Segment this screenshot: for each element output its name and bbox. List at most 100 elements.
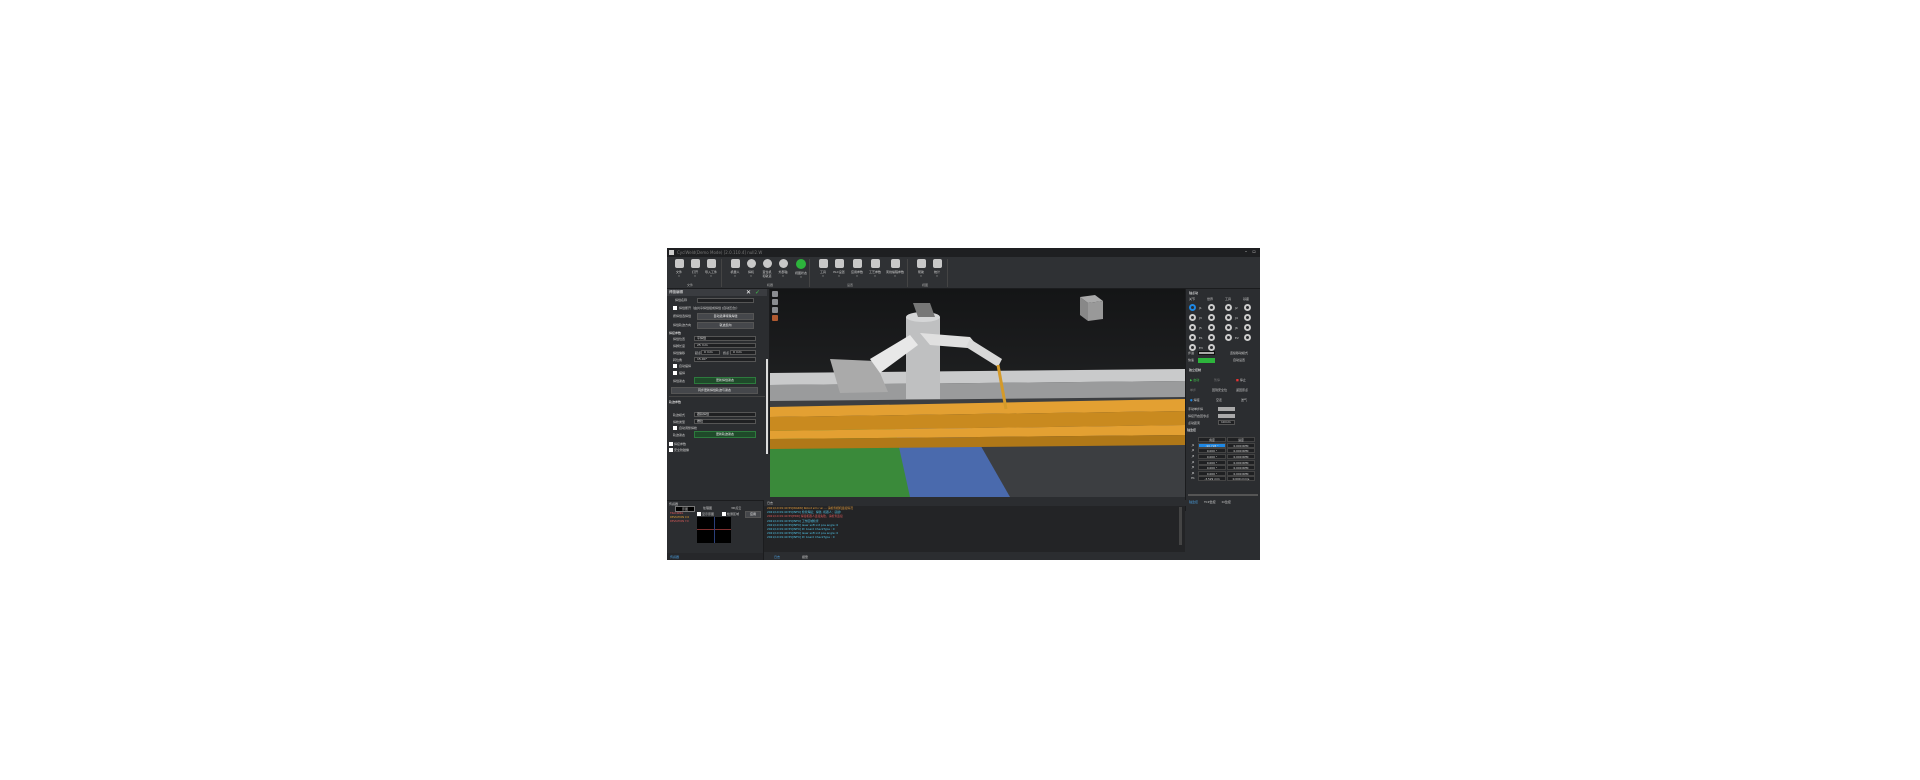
ribbon-button-offline[interactable]: 离线编程参数 ▾ bbox=[885, 259, 905, 283]
start-button[interactable]: ▶ 启动 bbox=[1190, 378, 1199, 382]
weld-button[interactable]: ● 焊接 bbox=[1190, 398, 1200, 402]
update-track-pose-button[interactable]: 更新轨迹姿态 bbox=[694, 431, 756, 438]
jog-minus-E3[interactable] bbox=[1189, 344, 1196, 351]
monitor-angle: 0.000 ° bbox=[1198, 448, 1226, 454]
ribbon-button-plc[interactable]: PLC设置 ▾ bbox=[829, 259, 849, 283]
jog-plus-E3[interactable] bbox=[1208, 344, 1215, 351]
scene bbox=[770, 295, 1185, 497]
pause-button[interactable]: 暂停 bbox=[1214, 378, 1220, 382]
collapsed-section-2[interactable]: 安全防碰撞 bbox=[674, 448, 689, 452]
frame-radio-0[interactable]: 关节 bbox=[1189, 297, 1195, 301]
monitor-tab-2[interactable]: IO监控 bbox=[1222, 500, 1231, 504]
folder-icon bbox=[674, 259, 684, 268]
stop-button[interactable]: ■ 停止 bbox=[1236, 378, 1246, 382]
jog-plus-J1[interactable] bbox=[1208, 304, 1215, 311]
ribbon-button-import[interactable]: 导入工件 ▾ bbox=[701, 259, 721, 283]
torch-type-select[interactable]: 推拉 bbox=[694, 419, 756, 424]
auto-swing-checkbox[interactable] bbox=[673, 364, 677, 368]
offset-end-input[interactable]: 0 mm bbox=[730, 350, 756, 355]
jog-plus-J4[interactable] bbox=[1244, 314, 1251, 321]
offset-start-input[interactable]: 0 mm bbox=[701, 350, 720, 355]
collapsed-section-1-checkbox[interactable] bbox=[669, 442, 673, 446]
ribbon-button-axis[interactable]: 外部轴 ▾ bbox=[773, 259, 793, 283]
swing-checkbox[interactable] bbox=[673, 371, 677, 375]
detect-area-checkbox[interactable] bbox=[722, 512, 726, 516]
track-mode-select[interactable]: 跟踪焊缝 bbox=[694, 412, 756, 417]
step-distance-input[interactable]: 10mm bbox=[1218, 420, 1235, 425]
step-toggle[interactable] bbox=[1198, 351, 1215, 355]
manual-step-weld-toggle[interactable] bbox=[1218, 407, 1235, 411]
air-button[interactable]: 送气 bbox=[1241, 398, 1247, 402]
speed-toggle[interactable] bbox=[1198, 358, 1215, 363]
sensor-footer-tab[interactable]: 传感器 bbox=[670, 555, 679, 559]
3d-viewport[interactable] bbox=[770, 289, 1185, 497]
jog-plus-J6[interactable] bbox=[1244, 324, 1251, 331]
fit-view-icon[interactable] bbox=[772, 291, 778, 297]
log-tab-1[interactable]: 报警 bbox=[798, 555, 812, 559]
jog-plus-J5[interactable] bbox=[1208, 324, 1215, 331]
show-raw-checkbox[interactable] bbox=[697, 512, 701, 516]
weld-name-input[interactable] bbox=[697, 298, 754, 303]
jog-minus-E1[interactable] bbox=[1189, 334, 1196, 341]
jog-minus-J6[interactable] bbox=[1225, 324, 1232, 331]
apply-button[interactable]: 应用 bbox=[745, 511, 761, 518]
monitor-scrollbar[interactable] bbox=[1188, 494, 1258, 496]
auto-setting-label[interactable]: 自动设置 bbox=[1233, 358, 1245, 362]
jog-minus-J1[interactable] bbox=[1189, 304, 1196, 311]
monitor-joint: E1 bbox=[1191, 476, 1195, 481]
jog-plus-E1[interactable] bbox=[1208, 334, 1215, 341]
single-step-button[interactable]: 单步 bbox=[1190, 388, 1196, 392]
ribbon-button-process[interactable]: 工艺参数 ▾ bbox=[865, 259, 885, 283]
jog-minus-J5[interactable] bbox=[1189, 324, 1196, 331]
offset-label: 焊缝偏移 bbox=[673, 351, 686, 355]
sensor-tab-0[interactable]: 原图 bbox=[675, 506, 696, 512]
monitor-tab-0[interactable]: 轴监控 bbox=[1189, 500, 1198, 504]
ribbon-button-gear[interactable]: 应用参数 ▾ bbox=[847, 259, 867, 283]
return-origin-button[interactable]: 返回原点 bbox=[1236, 388, 1248, 392]
jog-minus-J3[interactable] bbox=[1189, 314, 1196, 321]
jog-minus-E2[interactable] bbox=[1225, 334, 1232, 341]
robot-forearm bbox=[966, 339, 1002, 367]
jog-plus-J2[interactable] bbox=[1244, 304, 1251, 311]
sync-update-button[interactable]: 同步更新焊缝轨迹与姿态 bbox=[671, 387, 758, 394]
leg-length-input[interactable]: 25 mm bbox=[694, 343, 756, 348]
frame-radio-3[interactable]: 基座 bbox=[1243, 297, 1249, 301]
continuous-mode-label[interactable]: 连续移动模式 bbox=[1230, 351, 1248, 355]
zoom-icon[interactable] bbox=[772, 307, 778, 313]
jog-minus-J4[interactable] bbox=[1225, 314, 1232, 321]
maximize-button[interactable]: ▫ bbox=[1250, 248, 1258, 257]
left-panel-scrollbar[interactable] bbox=[766, 359, 768, 454]
frame-radio-1[interactable]: 世界 bbox=[1207, 297, 1213, 301]
sensor-tab-1[interactable]: 处理图 bbox=[703, 506, 712, 510]
weld-type-select[interactable]: 平焊缝 bbox=[694, 336, 756, 341]
reverse-direction-button[interactable]: 轨迹反向 bbox=[697, 322, 754, 329]
confirm-check-icon[interactable]: ✓ bbox=[755, 289, 760, 296]
dry-run-button[interactable]: 空走 bbox=[1216, 398, 1222, 402]
snapshot-icon[interactable] bbox=[772, 315, 778, 321]
jog-plus-E2[interactable] bbox=[1244, 334, 1251, 341]
frame-radio-2[interactable]: 工具 bbox=[1225, 297, 1231, 301]
weld-return-zero-toggle[interactable] bbox=[1218, 414, 1235, 418]
view-cube[interactable] bbox=[1080, 295, 1103, 321]
log-tab-0[interactable]: 日志 bbox=[770, 555, 784, 559]
return-safe-button[interactable]: 回到安全位 bbox=[1212, 388, 1227, 392]
monitor-angle: -3.529 mm bbox=[1198, 476, 1226, 482]
sensor-tab-2[interactable]: 3D点云 bbox=[731, 506, 741, 510]
monitor-tab-1[interactable]: TCP监控 bbox=[1204, 500, 1216, 504]
close-icon[interactable]: ✕ bbox=[746, 289, 751, 296]
monitor-angle: 0.000 ° bbox=[1198, 465, 1226, 471]
rotate-icon[interactable] bbox=[772, 299, 778, 305]
jog-minus-J2[interactable] bbox=[1225, 304, 1232, 311]
auto-adjust-checkbox[interactable] bbox=[673, 426, 677, 430]
auto-select-button[interactable]: 自动选择特殊焊缝 bbox=[697, 313, 754, 320]
jog-plus-J3[interactable] bbox=[1208, 314, 1215, 321]
minimize-button[interactable]: – bbox=[1242, 248, 1250, 257]
ribbon-button-status-green[interactable]: 视图状态 ▾ bbox=[791, 259, 811, 283]
angle-input[interactable]: 15.00° bbox=[694, 357, 756, 362]
continuous-checkbox[interactable] bbox=[673, 306, 677, 310]
log-scrollbar[interactable] bbox=[1179, 507, 1182, 545]
update-weld-pose-button[interactable]: 更新焊缝姿态 bbox=[694, 377, 756, 384]
ribbon-button-stats[interactable]: 统计 ▾ bbox=[927, 259, 947, 283]
collapsed-section-2-checkbox[interactable] bbox=[669, 448, 673, 452]
collapsed-section-1[interactable]: 焊接参数 bbox=[674, 442, 686, 446]
